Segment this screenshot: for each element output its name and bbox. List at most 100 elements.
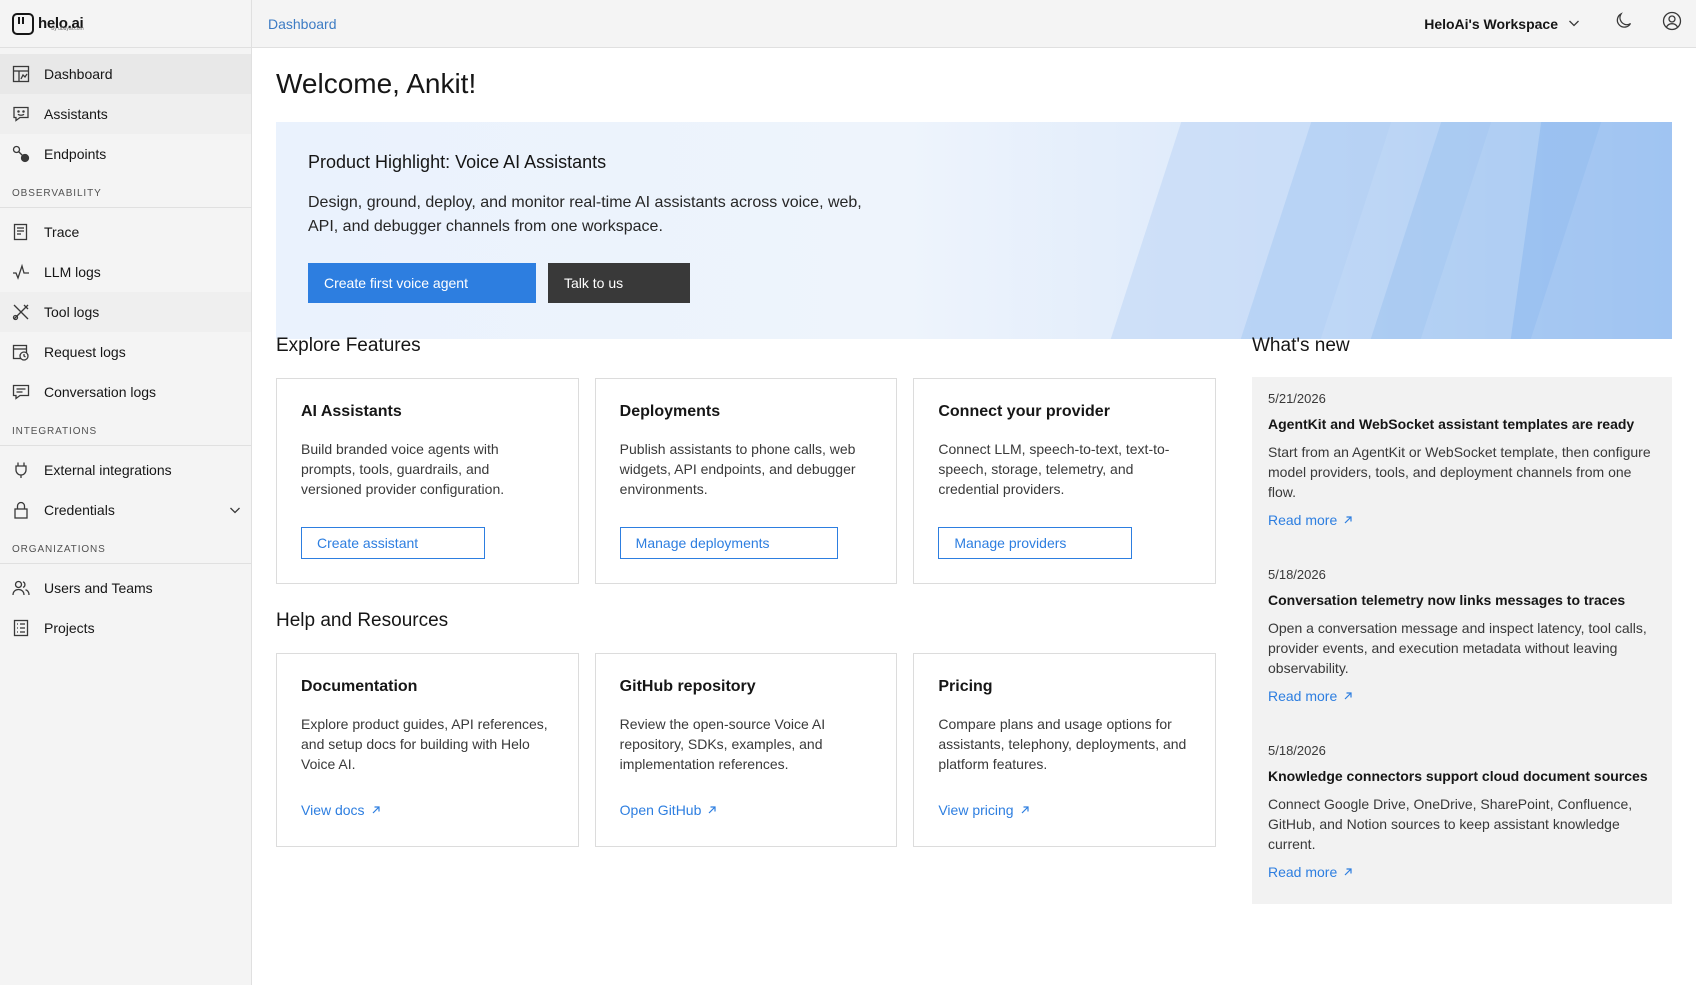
main-content: Welcome, Ankit! Product Highlight: Voice…: [276, 48, 1672, 904]
news-body: Start from an AgentKit or WebSocket temp…: [1268, 444, 1651, 500]
sidebar-nav: Dashboard Assistants Endpoints OBSERVABI…: [0, 48, 251, 648]
trace-icon: [12, 223, 30, 241]
sidebar-item-label: LLM logs: [44, 264, 101, 280]
header-actions: HeloAi's Workspace: [1404, 0, 1696, 48]
external-link-icon: [371, 802, 381, 818]
sidebar-item-external-integrations[interactable]: External integrations: [0, 450, 251, 490]
news-title: AgentKit and WebSocket assistant templat…: [1268, 416, 1635, 432]
sidebar-item-credentials[interactable]: Credentials: [0, 490, 251, 530]
product-highlight-banner: Product Highlight: Voice AI Assistants D…: [276, 122, 1672, 339]
link-label: View pricing: [938, 802, 1014, 818]
hero-title: Product Highlight: Voice AI Assistants: [308, 152, 607, 172]
explore-section: Explore Features AI Assistants Build bra…: [276, 335, 1217, 847]
sidebar-item-trace[interactable]: Trace: [0, 212, 251, 252]
external-link-icon: [1343, 512, 1353, 528]
helo-logo-icon: [12, 12, 34, 35]
explore-features-title: Explore Features: [276, 335, 421, 356]
sidebar-item-users-and-teams[interactable]: Users and Teams: [0, 568, 251, 608]
feature-card-deployments: Deployments Publish assistants to phone …: [594, 378, 898, 584]
sidebar-item-label: Projects: [44, 620, 95, 636]
explore-cards: AI Assistants Build branded voice agents…: [276, 378, 1217, 584]
sidebar-item-label: Users and Teams: [44, 580, 153, 596]
top-header: Dashboard HeloAi's Workspace: [252, 0, 1696, 48]
card-description: Connect LLM, speech-to-text, text-to-spe…: [938, 441, 1170, 497]
create-voice-agent-button[interactable]: Create first voice agent: [308, 263, 536, 303]
card-description: Build branded voice agents with prompts,…: [301, 441, 505, 497]
card-title: Connect your provider: [938, 403, 1110, 420]
card-description: Explore product guides, API references, …: [301, 716, 548, 772]
chevron-down-icon[interactable]: [229, 503, 241, 519]
whats-new-title: What's new: [1252, 335, 1350, 356]
resource-card-pricing: Pricing Compare plans and usage options …: [913, 653, 1217, 847]
news-body: Open a conversation message and inspect …: [1268, 620, 1647, 676]
chevron-down-icon: [1568, 16, 1580, 32]
sidebar-item-tool-logs[interactable]: Tool logs: [0, 292, 251, 332]
nav-section-organizations: ORGANIZATIONS: [0, 530, 251, 564]
news-item: 5/21/2026 AgentKit and WebSocket assista…: [1268, 391, 1656, 567]
brand-sub: by ubuyai.com: [51, 25, 84, 32]
card-description: Review the open-source Voice AI reposito…: [619, 716, 826, 772]
user-avatar-icon: [1662, 11, 1682, 36]
theme-toggle-button[interactable]: [1600, 0, 1648, 48]
page-title: Welcome, Ankit!: [276, 68, 477, 99]
sidebar-item-assistants[interactable]: Assistants: [0, 94, 251, 134]
resource-card-github: GitHub repository Review the open-source…: [594, 653, 898, 847]
view-docs-link[interactable]: View docs: [301, 802, 381, 818]
read-more-link[interactable]: Read more: [1268, 688, 1353, 704]
link-label: Read more: [1268, 864, 1338, 880]
card-title: Deployments: [619, 403, 721, 420]
user-profile-button[interactable]: [1648, 0, 1696, 48]
manage-deployments-button[interactable]: Manage deployments: [619, 527, 838, 559]
external-link-icon: [1020, 802, 1030, 818]
read-more-link[interactable]: Read more: [1268, 512, 1353, 528]
news-list: 5/21/2026 AgentKit and WebSocket assista…: [1252, 377, 1672, 904]
sidebar-item-label: Tool logs: [44, 304, 100, 320]
help-cards: Documentation Explore product guides, AP…: [276, 653, 1217, 847]
sidebar-item-conversation-logs[interactable]: Conversation logs: [0, 372, 251, 412]
users-icon: [12, 579, 30, 597]
news-item: 5/18/2026 Knowledge connectors support c…: [1268, 743, 1656, 919]
sidebar-item-endpoints[interactable]: Endpoints: [0, 134, 251, 174]
sidebar-item-label: Endpoints: [44, 146, 107, 162]
endpoint-icon: [12, 145, 30, 163]
view-pricing-link[interactable]: View pricing: [938, 802, 1029, 818]
manage-providers-button[interactable]: Manage providers: [938, 527, 1133, 559]
news-date: 5/18/2026: [1268, 743, 1326, 758]
link-label: Read more: [1268, 512, 1338, 528]
news-title: Conversation telemetry now links message…: [1268, 592, 1626, 608]
sidebar-item-label: Credentials: [44, 502, 115, 518]
news-title: Knowledge connectors support cloud docum…: [1268, 768, 1648, 784]
feature-card-connect-provider: Connect your provider Connect LLM, speec…: [913, 378, 1217, 584]
card-title: Documentation: [301, 678, 418, 695]
link-label: View docs: [301, 802, 365, 818]
moon-icon: [1615, 12, 1633, 35]
read-more-link[interactable]: Read more: [1268, 864, 1353, 880]
breadcrumb[interactable]: Dashboard: [252, 16, 337, 32]
workspace-switcher[interactable]: HeloAi's Workspace: [1404, 16, 1600, 32]
news-date: 5/18/2026: [1268, 567, 1326, 582]
workspace-name: HeloAi's Workspace: [1424, 15, 1558, 32]
open-github-link[interactable]: Open GitHub: [620, 802, 718, 818]
card-title: GitHub repository: [619, 678, 756, 695]
lock-icon: [12, 501, 30, 519]
brand-logo[interactable]: helo.ai by ubuyai.com: [0, 0, 251, 48]
sidebar-item-request-logs[interactable]: Request logs: [0, 332, 251, 372]
external-link-icon: [1343, 688, 1353, 704]
link-label: Open GitHub: [619, 802, 702, 818]
news-date: 5/21/2026: [1268, 391, 1326, 406]
sidebar-item-label: Request logs: [44, 344, 126, 360]
sidebar-item-dashboard[interactable]: Dashboard: [0, 54, 251, 94]
sidebar-item-llm-logs[interactable]: LLM logs: [0, 252, 251, 292]
calendar-clock-icon: [12, 343, 30, 361]
sidebar-item-projects[interactable]: Projects: [0, 608, 251, 648]
talk-to-us-button[interactable]: Talk to us: [548, 263, 690, 303]
news-body: Connect Google Drive, OneDrive, SharePoi…: [1268, 796, 1633, 852]
create-assistant-button[interactable]: Create assistant: [301, 527, 485, 559]
chat-lines-icon: [12, 383, 30, 401]
sidebar-item-label: Trace: [44, 224, 80, 240]
card-description: Compare plans and usage options for assi…: [938, 716, 1187, 772]
sidebar: helo.ai by ubuyai.com Dashboard Assistan…: [0, 0, 252, 985]
card-title: AI Assistants: [301, 403, 402, 420]
sidebar-item-label: Assistants: [44, 106, 108, 122]
activity-icon: [12, 263, 30, 281]
